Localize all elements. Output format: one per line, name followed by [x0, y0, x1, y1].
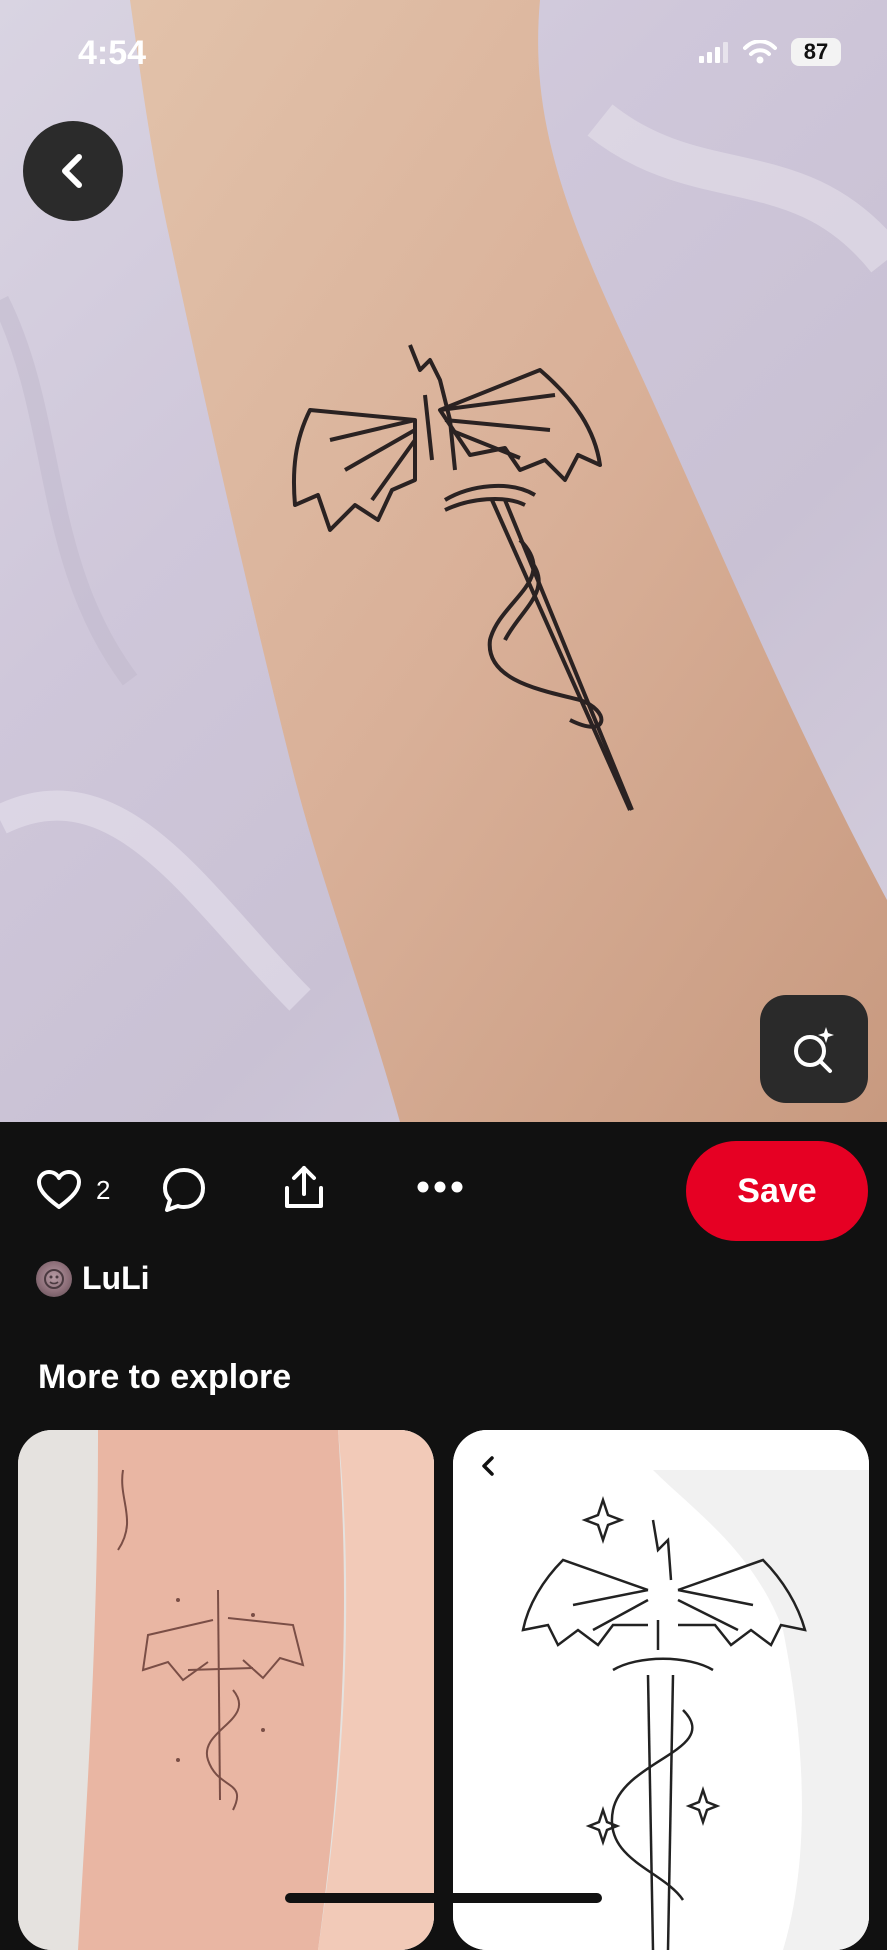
pin-actions: 2 Save — [0, 1122, 887, 1262]
section-title: More to explore — [38, 1358, 292, 1396]
signal-icon — [699, 42, 728, 63]
status-time: 4:54 — [78, 34, 147, 72]
heart-icon — [37, 1170, 81, 1209]
visual-search-button[interactable] — [760, 995, 868, 1103]
chevron-left-icon — [62, 154, 82, 188]
battery-indicator: 87 — [791, 38, 841, 66]
wifi-icon — [743, 40, 777, 64]
pin-image[interactable]: 4:54 87 — [0, 0, 887, 1122]
home-indicator[interactable] — [285, 1893, 602, 1903]
more-button[interactable] — [416, 1180, 464, 1194]
explore-card[interactable] — [18, 1430, 434, 1950]
more-icon — [417, 1181, 463, 1193]
like-button[interactable]: 2 — [36, 1169, 110, 1211]
author-name: LuLi — [82, 1260, 150, 1296]
avatar — [36, 1260, 72, 1297]
tattoo-photo — [0, 0, 887, 1122]
pin-author[interactable]: LuLi — [36, 1260, 150, 1297]
save-button[interactable]: Save — [686, 1141, 868, 1241]
status-icons: 87 — [699, 38, 841, 66]
chevron-left-icon — [482, 1456, 494, 1476]
explore-card[interactable] — [453, 1430, 869, 1950]
card-image — [18, 1430, 434, 1950]
share-icon — [285, 1166, 323, 1208]
card-image — [453, 1430, 869, 1950]
avatar-face-icon — [44, 1268, 64, 1289]
visual-search-icon — [794, 1027, 834, 1073]
card-back-button[interactable] — [465, 1442, 513, 1490]
share-button[interactable] — [282, 1164, 326, 1212]
back-button[interactable] — [23, 121, 123, 221]
like-count: 2 — [96, 1174, 111, 1205]
comment-icon — [163, 1168, 205, 1212]
status-bar: 4:54 87 — [0, 0, 887, 110]
comment-button[interactable] — [160, 1166, 208, 1214]
